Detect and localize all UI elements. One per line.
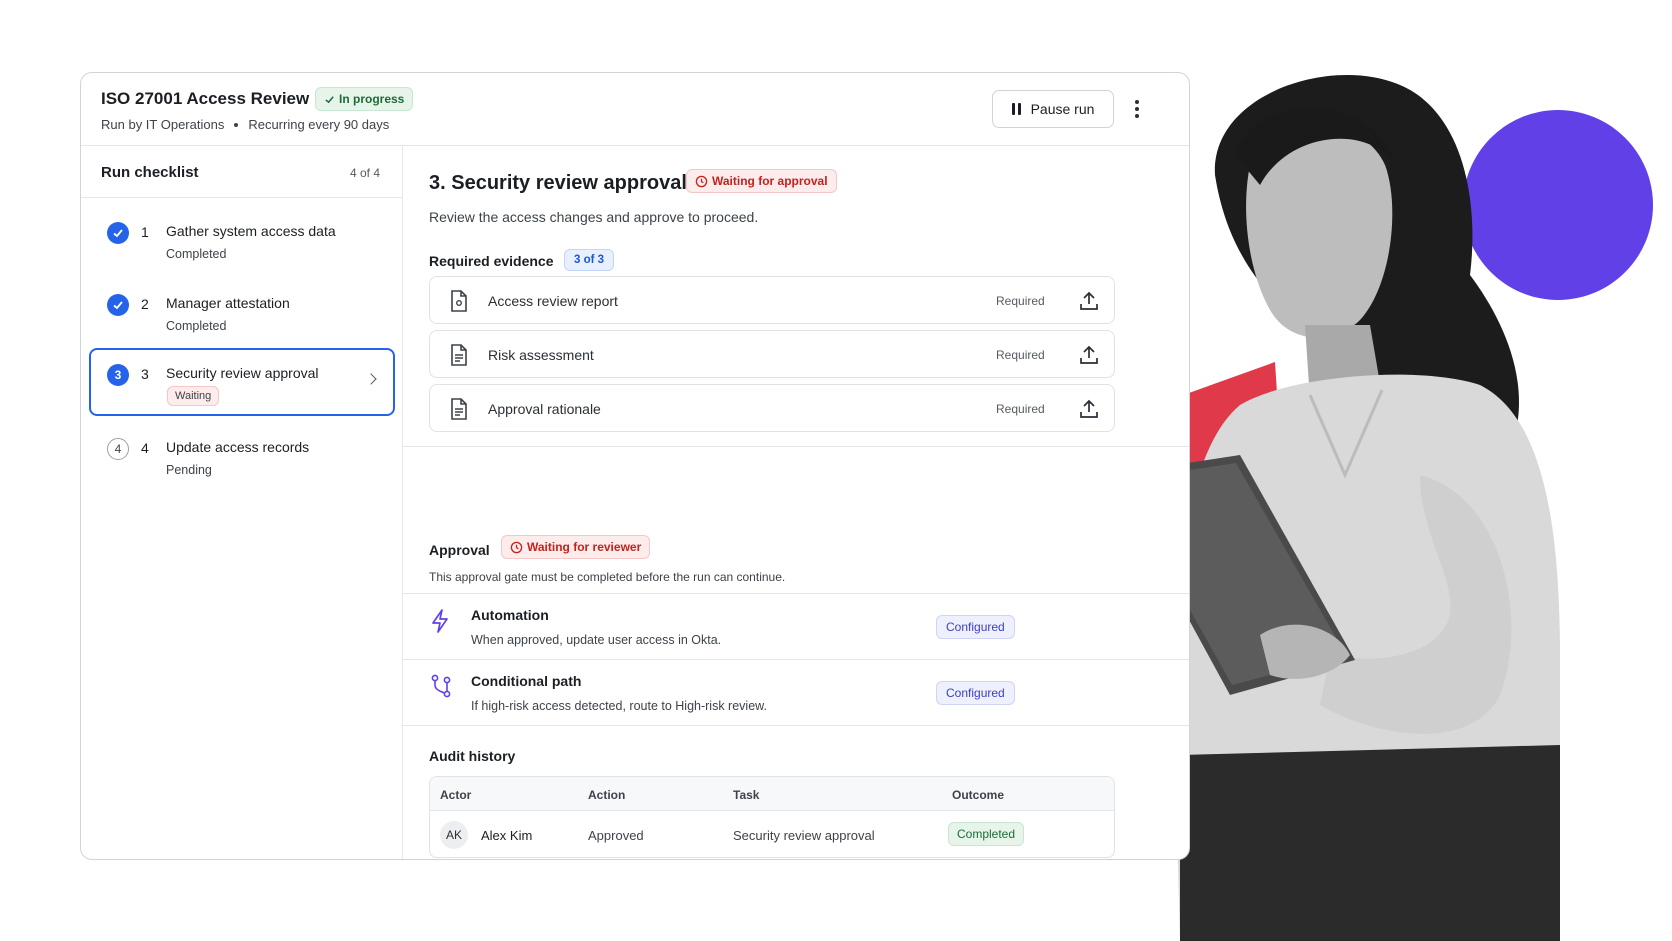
- separator-dot: [234, 122, 239, 127]
- file-icon: [451, 290, 467, 312]
- clock-icon: [510, 541, 523, 553]
- section-divider: [403, 725, 1189, 726]
- document-icon: [451, 344, 467, 366]
- run-status-label: In progress: [339, 92, 405, 106]
- audit-task: Security review approval: [733, 828, 875, 843]
- upload-icon[interactable]: [1078, 290, 1100, 312]
- evidence-requirement: Required: [996, 294, 1045, 308]
- checklist-title: Run checklist: [101, 164, 199, 181]
- evidence-row-access-review-report[interactable]: Access review report Required: [429, 276, 1115, 324]
- lightning-icon: [432, 609, 448, 633]
- run-checklist-panel: Run checklist 4 of 4 1 Gather system acc…: [81, 146, 403, 859]
- section-divider: [403, 659, 1189, 660]
- task-status-badge: Waiting for approval: [686, 169, 837, 193]
- approval-title: Approval: [429, 542, 490, 558]
- step-pending-icon: 4: [107, 438, 129, 460]
- audit-table-header: Actor Action Task Outcome: [430, 777, 1114, 811]
- column-header-actor: Actor: [440, 788, 472, 802]
- audit-history-title: Audit history: [429, 748, 516, 764]
- conditional-configured-badge[interactable]: Configured: [936, 681, 1015, 705]
- conditional-path-description: If high-risk access detected, route to H…: [471, 699, 767, 713]
- audit-history-table: Actor Action Task Outcome AK Alex Kim Ap…: [429, 776, 1115, 858]
- table-row[interactable]: AK Alex Kim Approved Security review app…: [430, 811, 1114, 857]
- run-card: ISO 27001 Access Review In progress Run …: [80, 72, 1190, 860]
- evidence-requirement: Required: [996, 402, 1045, 416]
- pause-run-button[interactable]: Pause run: [992, 90, 1114, 128]
- document-icon: [451, 398, 467, 420]
- checklist-count: 4 of 4: [349, 166, 380, 180]
- branch-icon: [431, 674, 451, 698]
- approval-description: This approval gate must be completed bef…: [429, 570, 786, 584]
- automation-configured-badge[interactable]: Configured: [936, 615, 1015, 639]
- checklist-step-1[interactable]: 1 Gather system access data Completed: [89, 206, 395, 274]
- approval-status-label: Waiting for reviewer: [527, 540, 642, 554]
- checklist-step-2[interactable]: 2 Manager attestation Completed: [89, 278, 395, 346]
- run-recurrence: Recurring every 90 days: [248, 117, 390, 132]
- step-status: Completed: [166, 319, 227, 333]
- task-description: Review the access changes and approve to…: [429, 209, 759, 225]
- task-detail-panel: 3. Security review approval Waiting for …: [403, 146, 1189, 859]
- step-label: Update access records: [166, 439, 310, 455]
- avatar: AK: [440, 821, 468, 849]
- step-status: Completed: [166, 247, 227, 261]
- clock-icon: [695, 175, 708, 187]
- evidence-row-approval-rationale[interactable]: Approval rationale Required: [429, 384, 1115, 432]
- step-label: Security review approval: [166, 365, 319, 381]
- automation-description: When approved, update user access in Okt…: [471, 633, 722, 647]
- audit-actor: Alex Kim: [481, 828, 533, 843]
- step-label: Manager attestation: [166, 295, 290, 311]
- upload-icon[interactable]: [1078, 344, 1100, 366]
- checklist-step-4[interactable]: 4 4 Update access records Pending: [89, 422, 395, 490]
- check-icon: [325, 95, 334, 103]
- section-divider: [403, 446, 1189, 447]
- evidence-row-risk-assessment[interactable]: Risk assessment Required: [429, 330, 1115, 378]
- pause-icon: [1011, 103, 1021, 115]
- evidence-count-badge: 3 of 3: [564, 249, 615, 271]
- evidence-name: Risk assessment: [488, 347, 594, 363]
- step-current-icon: 3: [107, 364, 129, 386]
- evidence-requirement: Required: [996, 348, 1045, 362]
- task-status-label: Waiting for approval: [712, 174, 828, 188]
- check-circle-icon: [107, 294, 129, 316]
- woman-with-tablet-photo: [1120, 75, 1560, 941]
- audit-outcome-badge: Completed: [948, 822, 1025, 846]
- automation-title: Automation: [471, 607, 549, 623]
- column-header-task: Task: [733, 788, 760, 802]
- evidence-title: Required evidence: [429, 253, 554, 269]
- run-title: ISO 27001 Access Review: [101, 89, 310, 108]
- step-status-badge: Waiting: [167, 386, 220, 406]
- section-divider: [403, 593, 1189, 594]
- step-number: 2: [141, 296, 149, 312]
- checklist-step-3[interactable]: 3 3 Security review approval Waiting: [89, 348, 395, 416]
- step-label: Gather system access data: [166, 223, 336, 239]
- approval-status-badge: Waiting for reviewer: [501, 535, 651, 559]
- more-vertical-icon[interactable]: [1129, 97, 1145, 121]
- column-header-outcome: Outcome: [952, 788, 1005, 802]
- audit-action: Approved: [588, 828, 644, 843]
- task-title: 3. Security review approval: [429, 172, 687, 194]
- run-header: ISO 27001 Access Review In progress Run …: [81, 73, 1189, 146]
- check-circle-icon: [107, 222, 129, 244]
- step-number: 3: [141, 366, 149, 382]
- evidence-name: Access review report: [488, 293, 618, 309]
- run-meta: Run by IT Operations Recurring every 90 …: [101, 117, 389, 132]
- upload-icon[interactable]: [1078, 398, 1100, 420]
- column-header-action: Action: [588, 788, 626, 802]
- run-status-badge: In progress: [315, 87, 414, 111]
- step-number: 4: [141, 440, 149, 456]
- checklist-header: Run checklist 4 of 4: [81, 146, 402, 198]
- step-status: Pending: [166, 463, 212, 477]
- evidence-name: Approval rationale: [488, 401, 601, 417]
- pause-run-label: Pause run: [1030, 101, 1095, 117]
- conditional-path-title: Conditional path: [471, 673, 582, 689]
- chevron-right-icon: [365, 373, 377, 385]
- step-number: 1: [141, 224, 149, 240]
- run-owner: Run by IT Operations: [101, 117, 225, 132]
